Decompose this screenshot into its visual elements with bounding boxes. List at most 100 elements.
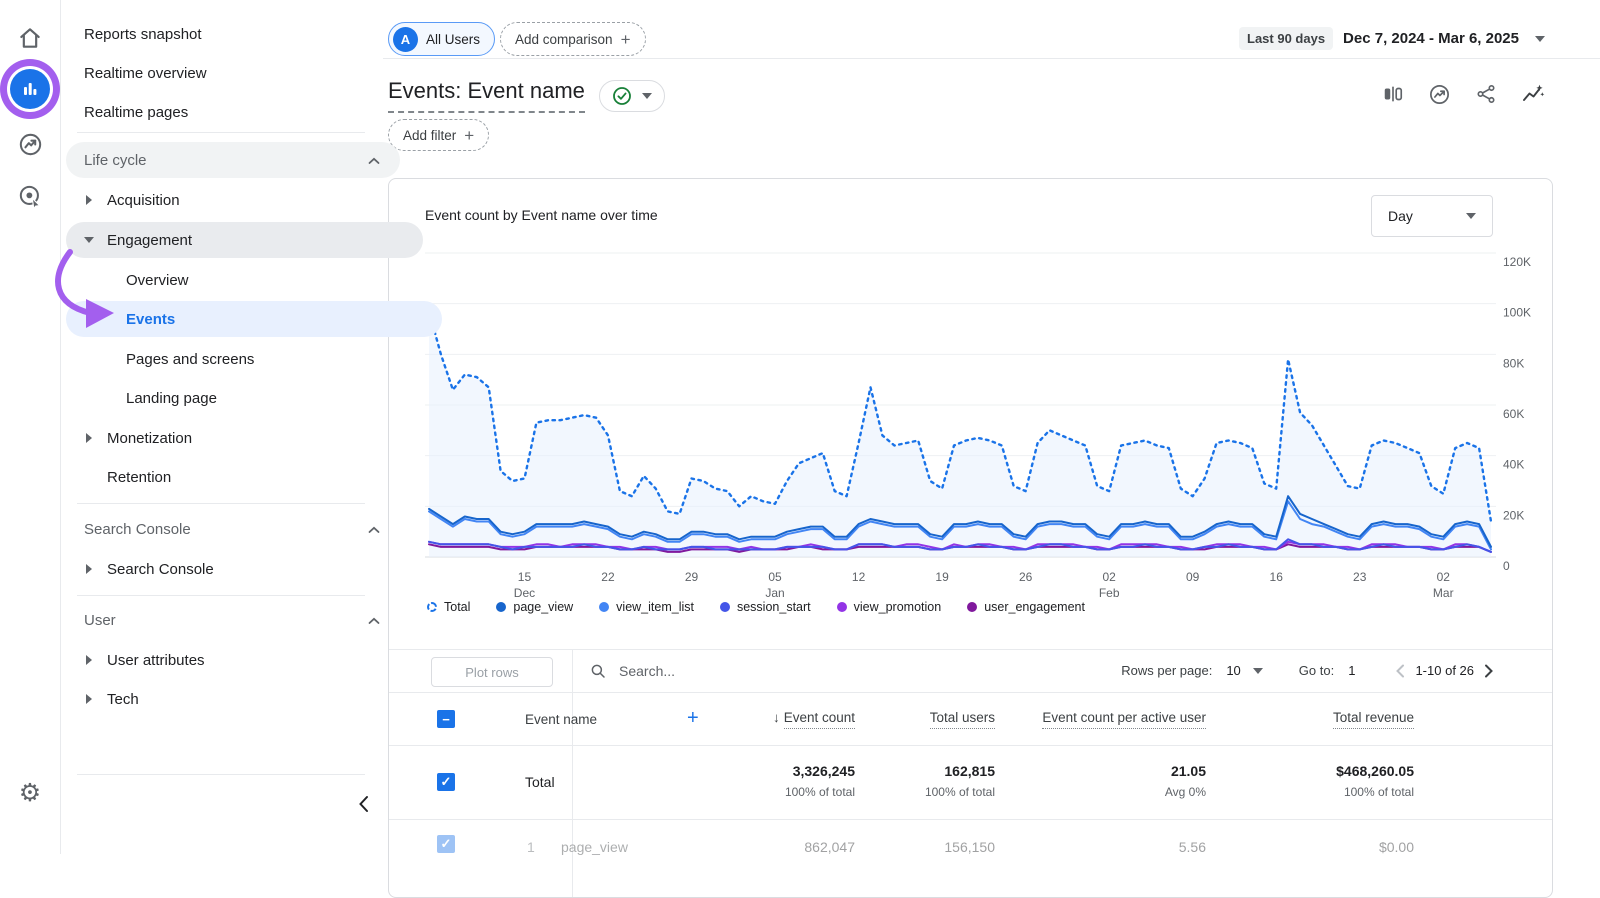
- svg-text:15: 15: [518, 570, 532, 584]
- chart-legend: Total page_view view_item_list session_s…: [427, 600, 1085, 614]
- nav-engagement-pages-screens[interactable]: Pages and screens: [66, 341, 442, 377]
- nav-tech[interactable]: Tech: [66, 681, 423, 717]
- svg-text:Feb: Feb: [1099, 586, 1120, 600]
- plot-rows-button[interactable]: Plot rows: [431, 657, 553, 687]
- collapse-nav-icon[interactable]: [350, 790, 378, 818]
- insights-icon[interactable]: [1428, 83, 1451, 106]
- svg-text:20K: 20K: [1503, 508, 1524, 522]
- search-input[interactable]: [617, 662, 821, 680]
- share-icon[interactable]: [1475, 83, 1497, 105]
- svg-text:12: 12: [852, 570, 866, 584]
- nav-acquisition[interactable]: Acquisition: [66, 182, 423, 218]
- svg-text:16: 16: [1270, 570, 1284, 584]
- nav-realtime-pages[interactable]: Realtime pages: [66, 94, 400, 130]
- nav-divider: [77, 503, 365, 504]
- svg-text:26: 26: [1019, 570, 1033, 584]
- page-view-dot-icon: [496, 602, 506, 612]
- nav-engagement-overview[interactable]: Overview: [66, 262, 442, 298]
- column-header-event-count[interactable]: ↓Event count: [773, 710, 855, 725]
- nav-search-console[interactable]: Search Console: [66, 551, 423, 587]
- header-divider: [383, 58, 1600, 59]
- svg-text:05: 05: [768, 570, 782, 584]
- row-checkbox[interactable]: ✓: [437, 773, 455, 791]
- advertising-icon[interactable]: [14, 180, 46, 212]
- report-header: Events: Event name: [388, 78, 665, 113]
- row-index: 1: [527, 839, 535, 855]
- row-count-per-user: 5.56: [1179, 839, 1206, 855]
- svg-text:02: 02: [1102, 570, 1116, 584]
- chevron-up-icon: [368, 612, 380, 629]
- date-range-picker[interactable]: Last 90 days Dec 7, 2024 - Mar 6, 2025: [1239, 27, 1545, 50]
- add-dimension-icon[interactable]: +: [687, 707, 699, 730]
- report-status-dropdown[interactable]: [599, 80, 665, 112]
- rows-per-page-label: Rows per page:: [1121, 663, 1212, 678]
- search-icon: [589, 662, 607, 680]
- svg-text:29: 29: [685, 570, 699, 584]
- nav-divider: [77, 132, 365, 133]
- view-promotion-dot-icon: [837, 602, 847, 612]
- column-header-event-count-per-active-user[interactable]: Event count per active user: [1042, 710, 1206, 725]
- goto-value[interactable]: 1: [1348, 663, 1355, 678]
- nav-engagement-landing-page[interactable]: Landing page: [66, 380, 442, 416]
- total-event-count: 3,326,245: [785, 763, 855, 779]
- card-divider: [389, 819, 1552, 820]
- nav-monetization[interactable]: Monetization: [66, 420, 423, 456]
- granularity-select[interactable]: Day: [1371, 195, 1493, 237]
- events-time-series-chart[interactable]: 020K40K60K80K100K120K15Dec222905Jan12192…: [425, 251, 1535, 601]
- legend-item-user-engagement[interactable]: user_engagement: [967, 600, 1085, 614]
- svg-text:Dec: Dec: [514, 586, 535, 600]
- card-divider: [389, 745, 1552, 746]
- nav-reports-snapshot[interactable]: Reports snapshot: [66, 16, 400, 52]
- app-rail: ⚙: [0, 0, 61, 854]
- svg-text:09: 09: [1186, 570, 1200, 584]
- column-header-total-revenue[interactable]: Total revenue: [1333, 710, 1414, 725]
- rows-per-page-value[interactable]: 10: [1226, 663, 1240, 678]
- column-header-total-users[interactable]: Total users: [930, 710, 995, 725]
- analytics-intelligence-icon[interactable]: [1521, 82, 1545, 106]
- legend-item-view-promotion[interactable]: view_promotion: [837, 600, 942, 614]
- select-all-checkbox[interactable]: −: [437, 710, 455, 728]
- nav-section-user[interactable]: User: [66, 602, 400, 638]
- next-page-icon[interactable]: [1484, 664, 1494, 678]
- settings-gear-icon[interactable]: ⚙: [14, 776, 46, 808]
- svg-text:40K: 40K: [1503, 458, 1524, 472]
- reports-icon-active-circle: [10, 69, 50, 109]
- nav-user-attributes[interactable]: User attributes: [66, 642, 423, 678]
- expand-triangle-icon: [86, 433, 92, 443]
- nav-section-life-cycle[interactable]: Life cycle: [66, 142, 400, 178]
- sort-desc-icon: ↓: [773, 710, 780, 725]
- view-item-list-dot-icon: [599, 602, 609, 612]
- add-filter-button[interactable]: Add filter +: [388, 119, 489, 151]
- all-users-chip[interactable]: A All Users: [388, 22, 495, 56]
- legend-item-total[interactable]: Total: [427, 600, 470, 614]
- events-report-card: Event count by Event name over time Day …: [388, 178, 1553, 898]
- nav-engagement-events[interactable]: Events: [66, 301, 442, 337]
- total-revenue: $468,260.05: [1336, 763, 1414, 779]
- row-checkbox[interactable]: ✓: [437, 835, 455, 853]
- nav-retention[interactable]: Retention: [66, 459, 423, 495]
- nav-section-search-console[interactable]: Search Console: [66, 511, 400, 547]
- caret-down-icon[interactable]: [1253, 668, 1263, 674]
- expand-triangle-icon: [86, 564, 92, 574]
- report-toolbar: [1382, 82, 1545, 106]
- comparison-icon[interactable]: [1382, 83, 1404, 105]
- legend-item-page-view[interactable]: page_view: [496, 600, 573, 614]
- legend-item-session-start[interactable]: session_start: [720, 600, 811, 614]
- date-preset-badge: Last 90 days: [1239, 27, 1333, 50]
- row-total-users: 156,150: [944, 839, 995, 855]
- user-engagement-dot-icon: [967, 602, 977, 612]
- prev-page-icon[interactable]: [1395, 664, 1405, 678]
- nav-realtime-overview[interactable]: Realtime overview: [66, 55, 400, 91]
- goto-label: Go to:: [1299, 663, 1334, 678]
- reports-icon[interactable]: [10, 69, 50, 109]
- nav-engagement[interactable]: Engagement: [66, 222, 423, 258]
- column-header-event-name[interactable]: Event name: [525, 712, 597, 727]
- svg-text:60K: 60K: [1503, 407, 1524, 421]
- home-icon[interactable]: [14, 22, 46, 54]
- legend-item-view-item-list[interactable]: view_item_list: [599, 600, 694, 614]
- row-event-count: 862,047: [804, 839, 855, 855]
- plus-icon: +: [621, 31, 631, 48]
- all-users-label: All Users: [426, 32, 480, 47]
- explore-icon[interactable]: [14, 128, 46, 160]
- add-comparison-button[interactable]: Add comparison +: [500, 22, 646, 56]
